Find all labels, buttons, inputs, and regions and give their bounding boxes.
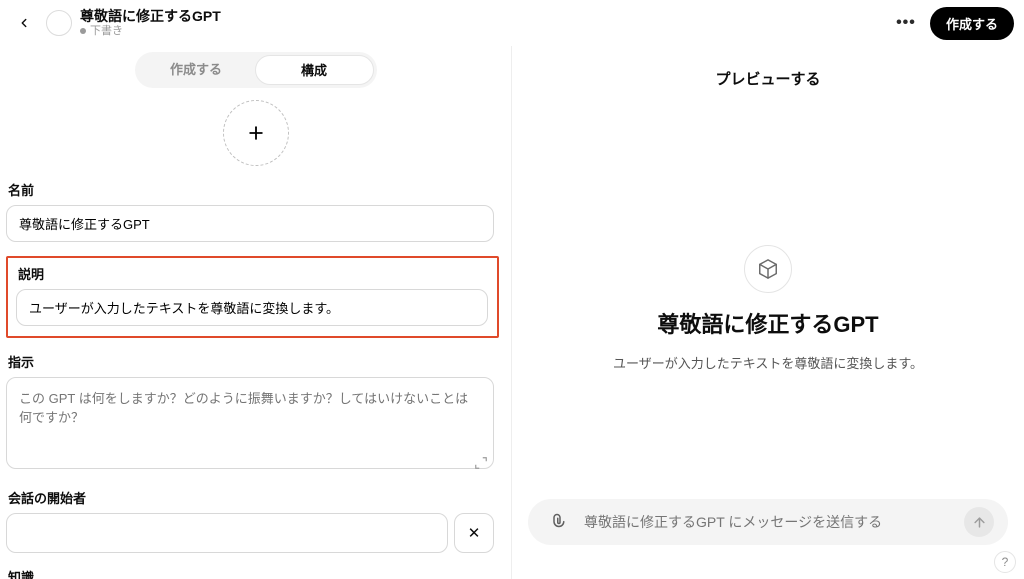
plus-icon	[246, 123, 266, 143]
description-input[interactable]	[16, 289, 488, 326]
instructions-field: 指示	[6, 352, 499, 474]
close-icon: ✕	[468, 524, 481, 542]
conversation-starters-label: 会話の開始者	[8, 488, 499, 507]
knowledge-label: 知識	[8, 567, 499, 579]
cube-icon	[757, 258, 779, 280]
conversation-starter-row: ✕	[6, 513, 494, 553]
description-label: 説明	[18, 264, 489, 283]
publish-button[interactable]: 作成する	[930, 7, 1014, 40]
preview-avatar	[744, 245, 792, 293]
more-options-button[interactable]: •••	[890, 7, 922, 39]
mode-tabs: 作成する 構成	[135, 52, 377, 88]
preview-pane: プレビューする 尊敬語に修正するGPT ユーザーが入力したテキストを尊敬語に変換…	[512, 46, 1024, 579]
preview-message-input[interactable]	[584, 514, 952, 530]
upload-avatar-button[interactable]	[223, 100, 289, 166]
gpt-status: 下書き	[80, 25, 221, 37]
question-icon: ?	[1002, 555, 1009, 569]
arrow-up-icon	[972, 515, 987, 530]
tab-configure[interactable]: 構成	[255, 55, 374, 85]
conversation-starter-remove-button[interactable]: ✕	[454, 513, 494, 553]
configure-form: 名前 説明 指示 会話の開始者 ✕	[6, 180, 505, 579]
name-field: 名前	[6, 180, 499, 242]
preview-body: 尊敬語に修正するGPT ユーザーが入力したテキストを尊敬語に変換します。	[512, 63, 1024, 553]
preview-gpt-description: ユーザーが入力したテキストを尊敬語に変換します。	[613, 353, 923, 372]
gpt-title: 尊敬語に修正するGPT	[80, 9, 221, 24]
preview-gpt-name: 尊敬語に修正するGPT	[657, 307, 878, 339]
header-title-block: 尊敬語に修正するGPT 下書き	[80, 9, 221, 36]
preview-message-bar	[528, 499, 1008, 545]
help-button[interactable]: ?	[994, 551, 1016, 573]
ellipsis-icon: •••	[896, 14, 916, 32]
chevron-left-icon	[17, 16, 31, 30]
tab-create[interactable]: 作成する	[138, 55, 255, 85]
name-label: 名前	[8, 180, 499, 199]
description-field-highlight: 説明	[6, 256, 499, 338]
editor-split: 作成する 構成 名前 説明 指示 会話の開始	[0, 46, 1024, 579]
gpt-avatar-placeholder	[46, 10, 72, 36]
attach-button[interactable]	[542, 507, 572, 537]
gpt-status-text: 下書き	[90, 25, 123, 37]
configure-pane: 作成する 構成 名前 説明 指示 会話の開始	[0, 46, 512, 579]
instructions-label: 指示	[8, 352, 499, 371]
conversation-starters-field: 会話の開始者 ✕	[6, 488, 499, 553]
paperclip-icon	[548, 513, 566, 531]
send-button[interactable]	[964, 507, 994, 537]
instructions-textarea[interactable]	[6, 377, 494, 469]
back-button[interactable]	[10, 9, 38, 37]
name-input[interactable]	[6, 205, 494, 242]
editor-header: 尊敬語に修正するGPT 下書き ••• 作成する	[0, 0, 1024, 46]
status-dot-icon	[80, 28, 86, 34]
conversation-starter-input[interactable]	[6, 513, 448, 553]
